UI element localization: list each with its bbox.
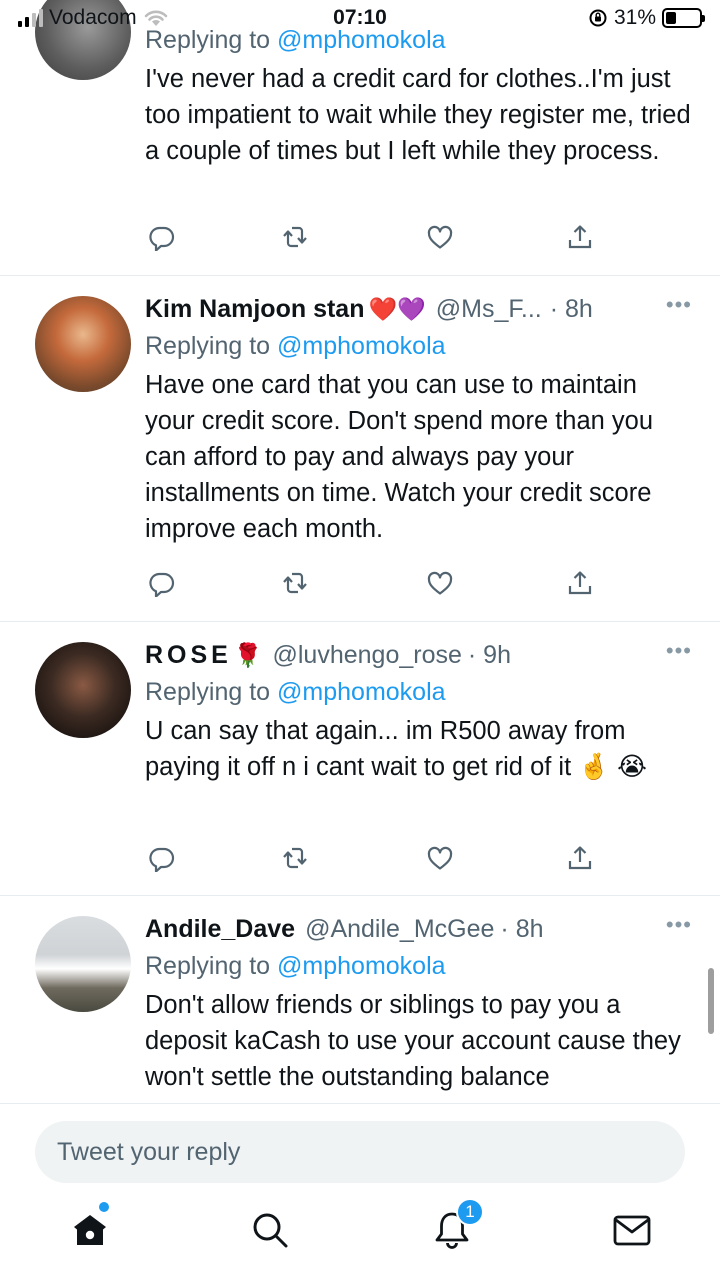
- search-tab[interactable]: [250, 1210, 290, 1250]
- bottom-nav: 1: [0, 1190, 720, 1280]
- battery-fill: [666, 12, 676, 24]
- share-icon: [568, 571, 592, 595]
- notifications-badge: 1: [456, 1198, 484, 1226]
- like-button[interactable]: [423, 566, 457, 600]
- name-emoji: ❤️💜: [368, 296, 426, 322]
- reply-icon: [149, 572, 175, 597]
- retweet-button[interactable]: [278, 841, 312, 875]
- retweet-icon: [283, 847, 307, 869]
- heart-icon: [427, 846, 453, 870]
- reply-button[interactable]: [145, 566, 179, 600]
- battery-group: 31%: [588, 6, 705, 30]
- display-name[interactable]: Kim Namjoon stan: [145, 292, 364, 326]
- avatar[interactable]: [35, 916, 131, 1012]
- retweet-icon: [283, 572, 307, 594]
- replying-prefix: Replying to: [145, 678, 271, 706]
- replying-prefix: Replying to: [145, 332, 271, 360]
- scrollbar[interactable]: [708, 968, 714, 1034]
- messages-tab[interactable]: [612, 1210, 652, 1250]
- display-name[interactable]: Andile_Dave: [145, 912, 295, 946]
- reply-button[interactable]: [145, 841, 179, 875]
- tweet-actions: [145, 566, 595, 600]
- tweet-text: Have one card that you can use to mainta…: [145, 371, 654, 543]
- tweet-0[interactable]: Replying to @mphomokola I've never had a…: [0, 0, 720, 276]
- tweet-reply-input[interactable]: Tweet your reply: [35, 1121, 685, 1183]
- replying-to: Replying to @mphomokola: [145, 674, 692, 710]
- envelope-icon: [613, 1215, 651, 1246]
- share-button[interactable]: [563, 220, 597, 254]
- mention-link[interactable]: @mphomokola: [277, 332, 446, 360]
- tweet-actions: [145, 220, 595, 254]
- home-new-indicator: [99, 1202, 109, 1212]
- notifications-tab[interactable]: 1: [432, 1198, 484, 1250]
- status-bar: Vodacom 07:10 31%: [0, 0, 720, 36]
- mention-link[interactable]: @mphomokola: [277, 678, 446, 706]
- tweet-text: U can say that again... im R500 away fro…: [145, 717, 647, 781]
- tweet-header: Kim Namjoon stan ❤️💜 @Ms_F... · 8h: [145, 292, 692, 326]
- more-options-icon[interactable]: •••: [666, 638, 692, 664]
- retweet-button[interactable]: [278, 566, 312, 600]
- more-options-icon[interactable]: •••: [666, 292, 692, 318]
- battery-percent: 31%: [613, 6, 656, 29]
- tweet-2[interactable]: ROSE 🌹 @luvhengo_rose · 9h ••• Replying …: [0, 622, 720, 896]
- replying-to: Replying to @mphomokola: [145, 328, 692, 364]
- handle[interactable]: @luvhengo_rose: [273, 638, 462, 672]
- replying-to: Replying to @mphomokola: [145, 948, 692, 984]
- like-button[interactable]: [423, 220, 457, 254]
- orientation-lock-icon: [589, 9, 607, 27]
- replying-prefix: Replying to: [145, 952, 271, 980]
- reply-icon: [149, 226, 175, 251]
- tweet-text: I've never had a credit card for clothes…: [145, 65, 691, 165]
- tweet-1[interactable]: Kim Namjoon stan ❤️💜 @Ms_F... · 8h ••• R…: [0, 276, 720, 622]
- avatar[interactable]: [35, 296, 131, 392]
- reply-icon: [149, 847, 175, 872]
- timestamp[interactable]: · 8h: [500, 912, 543, 946]
- like-button[interactable]: [423, 841, 457, 875]
- tweet-header: Andile_Dave @Andile_McGee · 8h: [145, 912, 692, 946]
- timestamp[interactable]: · 8h: [550, 292, 593, 326]
- timestamp[interactable]: · 9h: [468, 638, 511, 672]
- reply-button[interactable]: [145, 220, 179, 254]
- battery-icon: [662, 8, 705, 28]
- retweet-icon: [283, 226, 307, 248]
- home-icon: [74, 1215, 106, 1245]
- tweet-actions: [145, 841, 595, 875]
- reply-composer-bar: Tweet your reply: [0, 1103, 720, 1183]
- name-emoji: 🌹: [233, 642, 263, 668]
- share-icon: [568, 846, 592, 870]
- display-name[interactable]: ROSE: [145, 638, 232, 672]
- handle[interactable]: @Andile_McGee: [305, 912, 494, 946]
- heart-icon: [427, 225, 453, 249]
- share-button[interactable]: [563, 841, 597, 875]
- avatar[interactable]: [35, 642, 131, 738]
- more-options-icon[interactable]: •••: [666, 912, 692, 938]
- tweet-header: ROSE 🌹 @luvhengo_rose · 9h: [145, 638, 692, 672]
- heart-icon: [427, 571, 453, 595]
- share-icon: [568, 225, 592, 249]
- tweet-text: Don't allow friends or siblings to pay y…: [145, 991, 681, 1091]
- handle[interactable]: @Ms_F...: [436, 292, 542, 326]
- mention-link[interactable]: @mphomokola: [277, 952, 446, 980]
- retweet-button[interactable]: [278, 220, 312, 254]
- share-button[interactable]: [563, 566, 597, 600]
- search-icon: [253, 1213, 288, 1248]
- home-tab[interactable]: [70, 1202, 110, 1250]
